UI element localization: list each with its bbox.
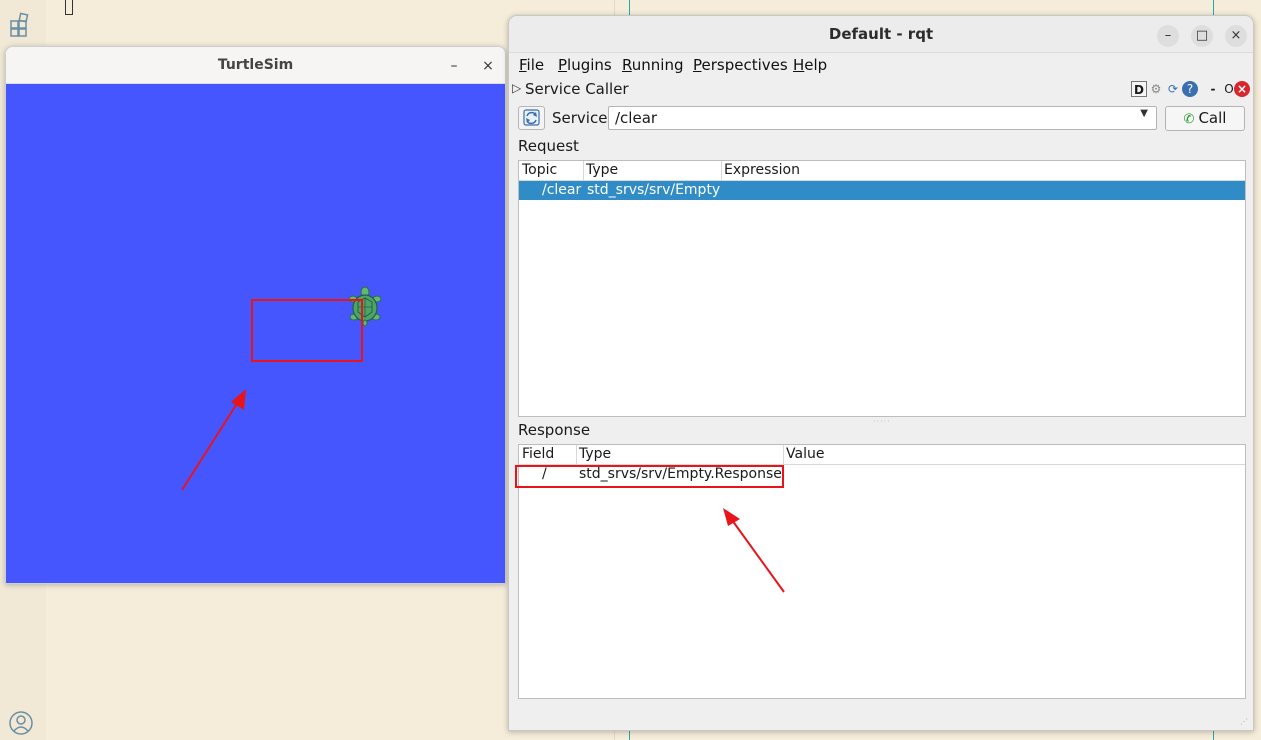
- account-icon[interactable]: [8, 710, 34, 736]
- turtle-canvas: [6, 84, 505, 583]
- annotation-arrow: [723, 508, 785, 593]
- text-cursor: [65, 0, 73, 15]
- apps-grid-icon[interactable]: [8, 12, 34, 38]
- turtlesim-titlebar[interactable]: TurtleSim – ×: [6, 47, 505, 84]
- turtlesim-window: TurtleSim – ×: [5, 46, 506, 584]
- close-button[interactable]: ×: [478, 56, 498, 76]
- rqt-window: Default - rqt – □ × File Plugins Running…: [508, 15, 1254, 731]
- minimize-button[interactable]: –: [444, 56, 464, 76]
- resize-grip[interactable]: ⋰: [1240, 717, 1250, 727]
- window-title: TurtleSim: [217, 57, 294, 73]
- annotation-arrow: [181, 389, 246, 491]
